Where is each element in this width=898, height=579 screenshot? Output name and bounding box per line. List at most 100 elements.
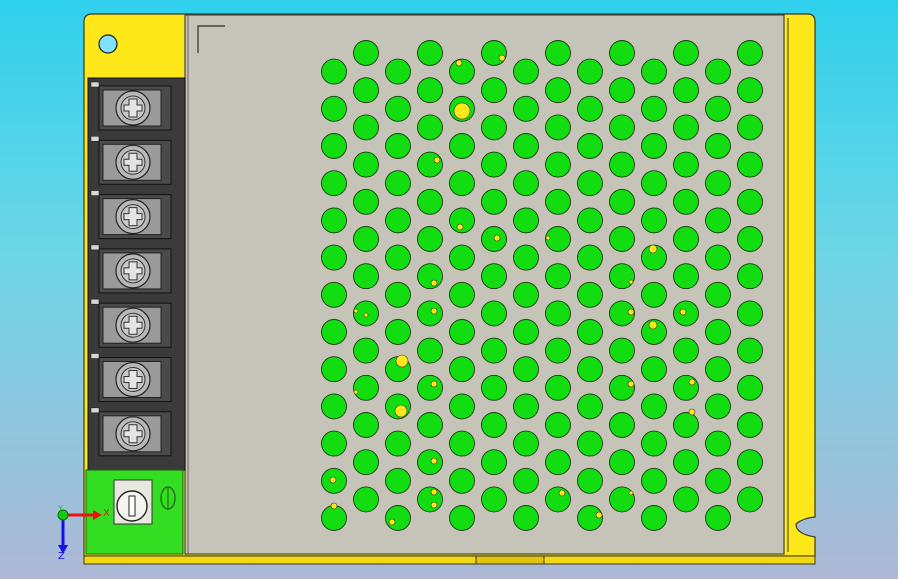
terminal-tab — [90, 353, 100, 359]
vent-hole — [513, 207, 539, 234]
vent-hole — [641, 393, 667, 420]
vent-hole — [353, 226, 379, 252]
vent-hole — [577, 58, 603, 85]
vent-hole — [609, 40, 635, 66]
vent-hole — [513, 281, 539, 308]
vent-hole — [641, 356, 667, 383]
vent-hole — [641, 430, 667, 457]
vent-hole — [321, 356, 347, 383]
z-axis-label: Z — [58, 551, 65, 562]
internal-component — [628, 279, 634, 285]
internal-component — [493, 234, 501, 242]
vent-hole — [577, 467, 603, 494]
internal-component — [363, 312, 369, 318]
vent-hole — [737, 188, 763, 215]
vent-hole — [353, 374, 379, 401]
vent-hole — [417, 337, 443, 364]
vent-hole — [705, 505, 731, 531]
vent-hole — [673, 449, 699, 476]
vent-hole — [385, 505, 411, 531]
vent-hole — [705, 356, 731, 383]
vent-hole — [577, 207, 603, 234]
vent-hole — [705, 207, 731, 234]
internal-component — [648, 244, 658, 254]
terminal-tab — [90, 136, 100, 142]
vent-hole — [321, 281, 347, 308]
vent-hole — [353, 412, 379, 438]
vent-hole — [609, 114, 635, 141]
terminal-tab — [90, 298, 100, 305]
internal-component — [688, 408, 696, 416]
vent-hole — [641, 133, 667, 159]
vent-hole — [513, 133, 539, 159]
vent-hole — [353, 486, 379, 513]
y-axis-label: Y — [57, 504, 63, 513]
internal-component — [394, 404, 408, 418]
vent-hole — [481, 449, 507, 476]
vent-hole — [385, 319, 411, 345]
vent-hole — [417, 151, 443, 178]
vent-hole — [513, 170, 539, 197]
vent-hole — [577, 430, 603, 457]
vent-hole — [417, 77, 443, 104]
vent-hole — [321, 430, 347, 457]
vent-hole — [705, 58, 731, 85]
vent-hole — [385, 430, 411, 457]
vent-hole — [321, 319, 347, 345]
vent-hole — [321, 133, 347, 159]
vent-hole — [545, 151, 571, 178]
vent-hole — [481, 188, 507, 215]
vent-hole — [577, 95, 603, 122]
vent-hole — [321, 170, 347, 197]
vent-hole — [641, 207, 667, 234]
vent-hole — [417, 374, 443, 401]
vent-hole — [673, 226, 699, 252]
vent-hole — [353, 40, 379, 66]
vent-hole — [449, 467, 475, 494]
internal-component — [455, 59, 463, 67]
vent-hole — [577, 244, 603, 271]
vent-hole — [481, 151, 507, 178]
internal-component — [430, 307, 438, 315]
vent-hole — [545, 40, 571, 66]
vent-hole — [321, 95, 347, 122]
terminal-screw — [90, 298, 172, 348]
vent-hole — [417, 486, 443, 513]
mounting-hole — [98, 34, 118, 54]
vent-hole — [641, 505, 667, 531]
cad-viewport[interactable]: X Z Y — [0, 0, 898, 579]
internal-component — [430, 488, 438, 496]
vent-hole — [321, 244, 347, 271]
vent-hole — [417, 226, 443, 252]
vent-hole — [385, 207, 411, 234]
vent-hole — [673, 77, 699, 104]
vent-hole — [449, 356, 475, 383]
internal-component — [648, 320, 658, 330]
vent-hole — [385, 170, 411, 197]
vent-hole — [577, 319, 603, 345]
vent-hole — [673, 151, 699, 178]
vent-hole — [449, 133, 475, 159]
vent-hole — [641, 281, 667, 308]
vent-hole — [353, 188, 379, 215]
vent-hole — [705, 319, 731, 345]
psu-model-view[interactable]: X Z Y — [0, 0, 898, 579]
vent-hole — [321, 393, 347, 420]
vent-hole — [705, 281, 731, 308]
vent-hole — [513, 58, 539, 85]
vent-hole — [449, 244, 475, 271]
internal-component — [453, 102, 471, 120]
vent-hole — [321, 207, 347, 234]
vent-hole — [513, 393, 539, 420]
vent-hole — [609, 374, 635, 401]
vent-hole — [737, 449, 763, 476]
internal-component — [430, 501, 438, 509]
vent-hole — [609, 449, 635, 476]
internal-component — [430, 457, 438, 465]
internal-component — [353, 308, 359, 314]
terminal-tab — [90, 190, 100, 196]
terminal-block — [87, 77, 186, 471]
terminal-tab — [90, 244, 100, 251]
vent-hole — [417, 449, 443, 476]
vent-hole — [353, 151, 379, 178]
